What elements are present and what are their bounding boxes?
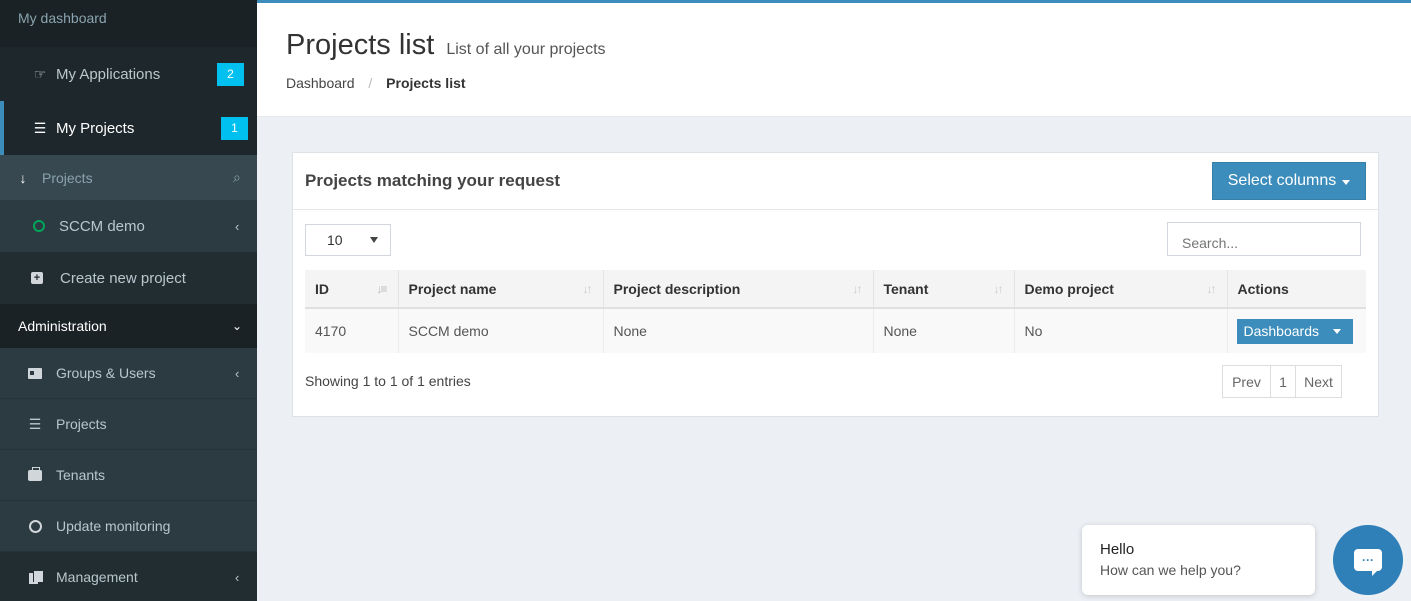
page-length-value: 10: [327, 232, 343, 248]
sidebar: My dashboard ☞ My Applications 2 ☰ My Pr…: [0, 0, 257, 601]
hand-pointer-icon: ☞: [33, 65, 47, 82]
column-header-label: Project name: [408, 280, 497, 297]
search-icon[interactable]: ⌕: [233, 169, 241, 186]
dashboards-button[interactable]: Dashboards: [1236, 318, 1353, 344]
sort-alpha-icon: ↓: [19, 169, 27, 186]
sidebar-item-my-applications[interactable]: ☞ My Applications 2: [0, 47, 257, 101]
breadcrumb-separator: /: [368, 75, 373, 91]
chat-icon: ···: [1354, 549, 1382, 576]
projects-panel: Projects matching your request Select co…: [292, 152, 1379, 417]
sidebar-item-label: Create new project: [60, 269, 186, 287]
chevron-down-icon: ⌄: [232, 319, 243, 333]
column-header-label: ID: [315, 280, 329, 297]
chat-help-text: How can we help you?: [1100, 562, 1241, 578]
sidebar-item-my-projects[interactable]: ☰ My Projects 1: [0, 101, 257, 155]
chat-greeting-bubble[interactable]: Hello How can we help you?: [1082, 525, 1315, 595]
sidebar-item-label: Tenants: [56, 467, 106, 483]
dropdown-arrow-icon: [370, 237, 378, 243]
content-header: Projects list List of all your projects …: [257, 0, 1411, 117]
sidebar-header-label: My dashboard: [18, 10, 107, 26]
sort-icon: ↓↑: [582, 282, 593, 296]
sidebar-item-label: Management: [56, 569, 138, 585]
chat-hello-text: Hello: [1100, 541, 1135, 558]
table-row: 4170 SCCM demo None None No Dashboards: [305, 308, 1366, 353]
briefcase-icon: [28, 466, 42, 482]
plus-square-icon: +: [30, 271, 44, 285]
page-subtitle: List of all your projects: [446, 41, 606, 58]
pagination-prev-button[interactable]: Prev: [1222, 365, 1271, 398]
copy-icon: [28, 570, 43, 584]
cell-demo-project: No: [1013, 308, 1227, 353]
column-header-project-name[interactable]: Project name ↓↑: [397, 270, 603, 309]
sidebar-item-tenants[interactable]: Tenants: [0, 450, 257, 501]
sort-icon: ↓↑: [993, 282, 1004, 296]
list-icon: ☰: [28, 415, 42, 432]
sidebar-item-label: Projects: [42, 169, 93, 186]
chevron-left-icon: ‹: [235, 365, 240, 381]
pagination-page-1[interactable]: 1: [1271, 365, 1296, 398]
list-icon: ☰: [33, 119, 47, 136]
sort-icon: ↓↑: [1206, 282, 1217, 296]
column-header-label: Project description: [613, 280, 741, 297]
select-columns-label: Select columns: [1227, 172, 1337, 189]
pagination-next-button[interactable]: Next: [1296, 365, 1342, 398]
column-header-tenant[interactable]: Tenant ↓↑: [872, 270, 1014, 309]
column-header-label: Actions: [1237, 280, 1289, 297]
page-length-select[interactable]: 10: [305, 224, 391, 256]
cell-id: 4170: [305, 308, 398, 353]
sidebar-item-management[interactable]: Management ‹: [0, 552, 257, 601]
sidebar-item-admin-projects[interactable]: ☰ Projects: [0, 399, 257, 450]
cell-actions: Dashboards: [1226, 308, 1366, 353]
sidebar-item-sccm-demo[interactable]: SCCM demo ‹: [0, 200, 257, 252]
sidebar-item-label: Update monitoring: [56, 518, 171, 534]
count-badge: 2: [217, 62, 244, 86]
sidebar-header: My dashboard: [0, 0, 257, 47]
sidebar-item-label: Projects: [56, 416, 107, 432]
sidebar-section-administration[interactable]: Administration ⌄: [0, 304, 257, 348]
panel-header: Projects matching your request Select co…: [293, 153, 1378, 210]
sidebar-item-create-project[interactable]: + Create new project: [0, 252, 257, 304]
sidebar-item-label: My Applications: [56, 65, 161, 83]
select-columns-button[interactable]: Select columns: [1212, 162, 1366, 200]
table-search-input[interactable]: [1167, 222, 1361, 256]
column-header-project-description[interactable]: Project description ↓↑: [602, 270, 873, 309]
column-header-label: Tenant: [883, 280, 929, 297]
id-card-icon: [28, 366, 42, 380]
caret-down-icon: [1342, 179, 1351, 185]
sidebar-item-label: My Projects: [56, 119, 135, 137]
cell-tenant: None: [872, 308, 1014, 353]
panel-title: Projects matching your request: [305, 171, 561, 190]
sort-icon: ↓↑: [852, 282, 863, 296]
sort-asc-icon: ↓≡: [376, 282, 387, 296]
cell-project-description: None: [602, 308, 873, 353]
sidebar-projects-search[interactable]: ↓ Projects ⌕: [0, 155, 257, 200]
projects-table: ID ↓≡ Project name ↓↑ Project description ↓…: [305, 270, 1366, 353]
circle-icon: [33, 220, 45, 232]
column-header-id[interactable]: ID ↓≡: [305, 270, 398, 309]
chevron-left-icon: ‹: [235, 218, 240, 234]
sidebar-item-update-monitoring[interactable]: Update monitoring: [0, 501, 257, 552]
breadcrumb-dashboard-link[interactable]: Dashboard: [286, 75, 355, 91]
page-title: Projects list List of all your projects: [286, 29, 606, 62]
column-header-demo-project[interactable]: Demo project ↓↑: [1013, 270, 1227, 309]
column-header-actions: Actions: [1226, 270, 1366, 309]
table-header-row: ID ↓≡ Project name ↓↑ Project description ↓…: [305, 270, 1366, 309]
breadcrumb-current: Projects list: [386, 75, 466, 91]
breadcrumb: Dashboard / Projects list: [286, 75, 466, 91]
sidebar-item-label: SCCM demo: [59, 217, 145, 235]
sidebar-item-groups-users[interactable]: Groups & Users ‹: [0, 348, 257, 399]
count-badge: 1: [221, 116, 248, 140]
sidebar-item-label: Groups & Users: [56, 365, 156, 381]
dashboards-button-label: Dashboards: [1243, 323, 1320, 339]
caret-down-icon: [1333, 328, 1341, 334]
page-title-text: Projects list: [286, 29, 435, 61]
chevron-left-icon: ‹: [235, 569, 240, 585]
sidebar-section-label: Administration: [18, 318, 107, 334]
circle-notch-icon: [28, 519, 42, 533]
table-info: Showing 1 to 1 of 1 entries: [305, 373, 471, 389]
cell-project-name: SCCM demo: [397, 308, 603, 353]
column-header-label: Demo project: [1024, 280, 1114, 297]
chat-launcher-button[interactable]: ···: [1333, 525, 1403, 595]
pagination: Prev 1 Next: [1222, 365, 1342, 398]
